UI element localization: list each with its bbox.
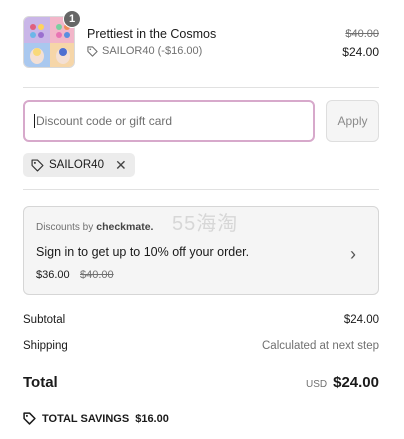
total-value: $24.00: [333, 374, 379, 391]
applied-discount-code: SAILOR40: [49, 159, 104, 171]
apply-button[interactable]: Apply: [326, 100, 379, 142]
subtotal-row: Subtotal $24.00: [23, 314, 379, 326]
text-cursor: [34, 114, 35, 128]
promo-provider: Discounts by checkmate.: [36, 221, 153, 233]
checkmate-promo-banner[interactable]: Discounts by checkmate. 55海淘 Sign in to …: [23, 206, 379, 295]
currency-code: USD: [305, 379, 328, 390]
watermark: 55海淘: [172, 213, 239, 235]
subtotal-label: Subtotal: [23, 314, 66, 326]
shipping-label: Shipping: [23, 340, 68, 352]
product-name: Prettiest in the Cosmos: [87, 27, 217, 41]
subtotal-value: $24.00: [343, 314, 379, 326]
product-price: $24.00: [342, 45, 379, 59]
discount-code-input[interactable]: Discount code or gift card: [23, 100, 315, 142]
remove-discount-icon[interactable]: ✕: [115, 158, 127, 172]
total-savings-label: TOTAL SAVINGS: [42, 412, 130, 425]
tag-icon: [31, 158, 44, 172]
total-value-group: USD $24.00: [306, 374, 379, 391]
divider: [23, 189, 379, 190]
chevron-right-icon: ›: [350, 244, 356, 264]
quantity-badge: 1: [63, 10, 81, 28]
total-label: Total: [23, 374, 58, 391]
discount-code-placeholder: Discount code or gift card: [36, 114, 173, 128]
product-discount: SAILOR40 (-$16.00): [87, 45, 202, 57]
divider: [23, 87, 379, 88]
applied-discount-chip: SAILOR40 ✕: [23, 153, 135, 177]
shipping-row: Shipping Calculated at next step: [23, 340, 379, 352]
total-savings-value: $16.00: [135, 412, 169, 425]
product-discount-label: SAILOR40 (-$16.00): [102, 45, 203, 57]
shipping-value: Calculated at next step: [262, 340, 379, 352]
promo-new-price: $36.00: [36, 269, 70, 281]
promo-provider-label: Discounts by: [36, 221, 94, 233]
promo-old-price: $40.00: [80, 269, 114, 281]
promo-brand-logo: checkmate.: [96, 221, 154, 233]
tag-icon: [23, 412, 36, 425]
product-original-price: $40.00: [345, 28, 379, 40]
order-line-item: 1 Prettiest in the Cosmos SAILOR40 (-$16…: [23, 10, 379, 68]
promo-message: Sign in to get up to 10% off your order.: [36, 245, 250, 259]
total-row: Total USD $24.00: [23, 374, 379, 391]
total-savings: TOTAL SAVINGS $16.00: [23, 412, 169, 425]
tag-icon: [87, 45, 98, 57]
